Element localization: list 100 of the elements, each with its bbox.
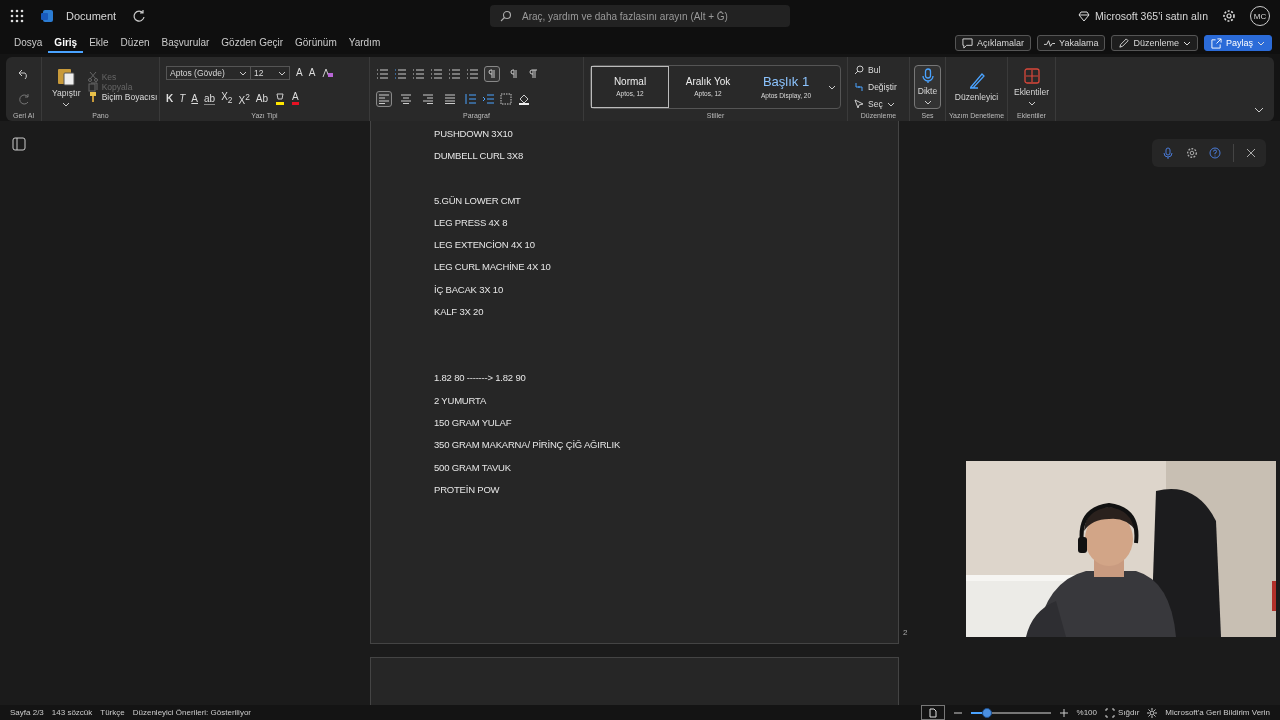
sync-icon[interactable] bbox=[132, 9, 147, 23]
pen-icon bbox=[967, 71, 986, 90]
borders-icon[interactable] bbox=[500, 93, 512, 106]
app-launcher-icon[interactable] bbox=[10, 9, 24, 23]
document-text: LEG CURL MACHİNE 4X 10 bbox=[434, 260, 552, 275]
document-text: LEG EXTENCİON 4X 10 bbox=[434, 238, 536, 253]
format-button[interactable]: T bbox=[179, 92, 186, 105]
list-icon[interactable] bbox=[466, 67, 478, 80]
toolbar-button[interactable]: Açıklamalar bbox=[955, 35, 1032, 51]
caret-icon bbox=[278, 69, 286, 78]
redo-icon[interactable] bbox=[17, 93, 30, 106]
document-text: PROTEİN POW bbox=[434, 482, 501, 497]
status-text: Türkçe bbox=[100, 708, 125, 717]
settings-icon[interactable] bbox=[1185, 147, 1198, 159]
list-icon[interactable] bbox=[430, 67, 442, 80]
ribbon-tab[interactable]: Başvurular bbox=[155, 33, 216, 53]
text-direction-button[interactable] bbox=[484, 65, 500, 82]
editing-button[interactable]: Seç bbox=[854, 98, 903, 109]
search-field[interactable]: Araç, yardım ve daha fazlasını arayın (Alt + Ğ) bbox=[490, 5, 790, 27]
document-text: LEG PRESS 4X 8 bbox=[434, 215, 509, 230]
dictate-button[interactable]: Dikte bbox=[913, 64, 942, 109]
diamond-icon bbox=[1078, 10, 1091, 22]
editor-button[interactable]: Düzenleyici bbox=[950, 68, 1003, 105]
list-icon[interactable] bbox=[412, 67, 424, 80]
editing-button[interactable]: Değiştir bbox=[854, 81, 903, 92]
document-text: DUMBELL CURL 3X8 bbox=[434, 149, 525, 164]
toolbar-button[interactable]: Düzenleme bbox=[1111, 35, 1198, 51]
list-icon[interactable] bbox=[448, 67, 460, 80]
toolbar-button[interactable]: Paylaş bbox=[1204, 35, 1272, 51]
microphone-icon[interactable] bbox=[1161, 147, 1174, 159]
share-icon bbox=[1211, 37, 1222, 49]
caret-icon bbox=[239, 69, 247, 78]
format-button[interactable]: Ab bbox=[255, 92, 268, 105]
format-button[interactable]: K bbox=[166, 92, 174, 105]
pencil-icon bbox=[1118, 37, 1130, 49]
grow-font-button[interactable]: A bbox=[296, 67, 303, 80]
paste-button[interactable]: Yapıştır bbox=[48, 62, 85, 111]
ribbon-tab[interactable]: Gözden Geçir bbox=[215, 33, 290, 53]
ribbon-tab[interactable]: Giriş bbox=[48, 33, 84, 53]
format-button[interactable]: ab bbox=[204, 92, 216, 105]
format-button[interactable]: A bbox=[191, 92, 198, 105]
navigation-pane-icon[interactable] bbox=[12, 137, 26, 151]
font-family-dropdown[interactable]: Aptos (Gövde) bbox=[166, 66, 251, 81]
fit-button[interactable]: Sığdır bbox=[1105, 707, 1140, 718]
add-ins-button[interactable]: Eklentiler bbox=[1010, 63, 1053, 110]
ribbon-tab[interactable]: Düzen bbox=[114, 33, 156, 53]
buy-button[interactable]: Microsoft 365'i satın alın bbox=[1078, 10, 1208, 22]
ribbon-tab[interactable]: Dosya bbox=[8, 33, 49, 53]
microphone-icon bbox=[919, 67, 936, 84]
caret-icon bbox=[1183, 39, 1191, 47]
document-title: Document bbox=[66, 10, 117, 22]
scissors-icon bbox=[87, 71, 98, 82]
align-button[interactable] bbox=[376, 91, 392, 108]
ribbon-tab[interactable]: Ekle bbox=[83, 33, 115, 53]
document-text: PUSHDOWN 3X10 bbox=[434, 127, 514, 141]
fit-icon bbox=[1105, 707, 1115, 718]
document-text: İÇ BACAK 3X 10 bbox=[434, 282, 504, 297]
clear-format-icon[interactable] bbox=[321, 67, 334, 80]
editing-button[interactable]: Bul bbox=[854, 64, 903, 75]
page-view-button[interactable] bbox=[920, 705, 945, 720]
search-icon bbox=[500, 10, 512, 22]
close-icon[interactable] bbox=[1246, 148, 1257, 158]
list-icon[interactable] bbox=[394, 67, 406, 80]
align-icon bbox=[445, 94, 455, 105]
zoom-in-icon[interactable] bbox=[1058, 707, 1069, 718]
line-spacing-icon[interactable] bbox=[464, 93, 476, 106]
shrink-font-button[interactable]: A bbox=[308, 67, 316, 80]
format-button[interactable]: X$_{2}$ bbox=[221, 91, 233, 107]
indent-icon[interactable] bbox=[482, 93, 494, 106]
brightness-icon[interactable] bbox=[1147, 707, 1158, 718]
clipboard-button[interactable]: Biçim Boyacısı bbox=[87, 91, 158, 102]
list-icon[interactable] bbox=[376, 67, 388, 80]
document-text: 5.GÜN LOWER CMT bbox=[434, 193, 522, 208]
status-text: Sayfa 2/3 bbox=[10, 708, 44, 717]
shading-icon[interactable] bbox=[518, 93, 530, 106]
zoom-percentage[interactable]: %100 bbox=[1076, 708, 1097, 717]
undo-icon[interactable] bbox=[17, 67, 30, 80]
font-color-button[interactable]: A bbox=[292, 92, 299, 106]
ribbon-tab[interactable]: Yardım bbox=[342, 33, 387, 53]
format-button[interactable]: X$^{2}$ bbox=[238, 90, 250, 107]
brush-icon bbox=[87, 91, 98, 102]
toolbar-button[interactable]: Yakalama bbox=[1037, 35, 1106, 51]
chevron-down-icon[interactable] bbox=[1254, 105, 1264, 115]
pilcrow-icon[interactable] bbox=[528, 68, 538, 79]
align-icon bbox=[401, 94, 411, 105]
ribbon-tab[interactable]: Görünüm bbox=[289, 33, 343, 53]
caret-icon bbox=[1257, 39, 1265, 47]
font-size-dropdown[interactable]: 12 bbox=[250, 66, 290, 81]
document-text: 350 GRAM MAKARNA/ PİRİNÇ ÇİĞ AĞIRLIK bbox=[434, 438, 621, 453]
page-number: 2 bbox=[903, 628, 908, 637]
status-text: Düzenleyici Önerileri: Gösteriliyor bbox=[132, 708, 251, 717]
pointer-icon bbox=[854, 98, 864, 109]
pilcrow-icon bbox=[509, 68, 519, 79]
highlighter-icon[interactable] bbox=[274, 92, 286, 105]
status-text: 143 sözcük bbox=[51, 708, 93, 717]
feedback-link[interactable]: Microsoft'a Geri Bildirim Verin bbox=[1165, 708, 1270, 717]
document-text: 500 GRAM TAVUK bbox=[434, 460, 512, 475]
document-text: 2 YUMURTA bbox=[434, 393, 488, 408]
copy-icon bbox=[87, 81, 98, 92]
help-icon[interactable] bbox=[1209, 147, 1222, 159]
